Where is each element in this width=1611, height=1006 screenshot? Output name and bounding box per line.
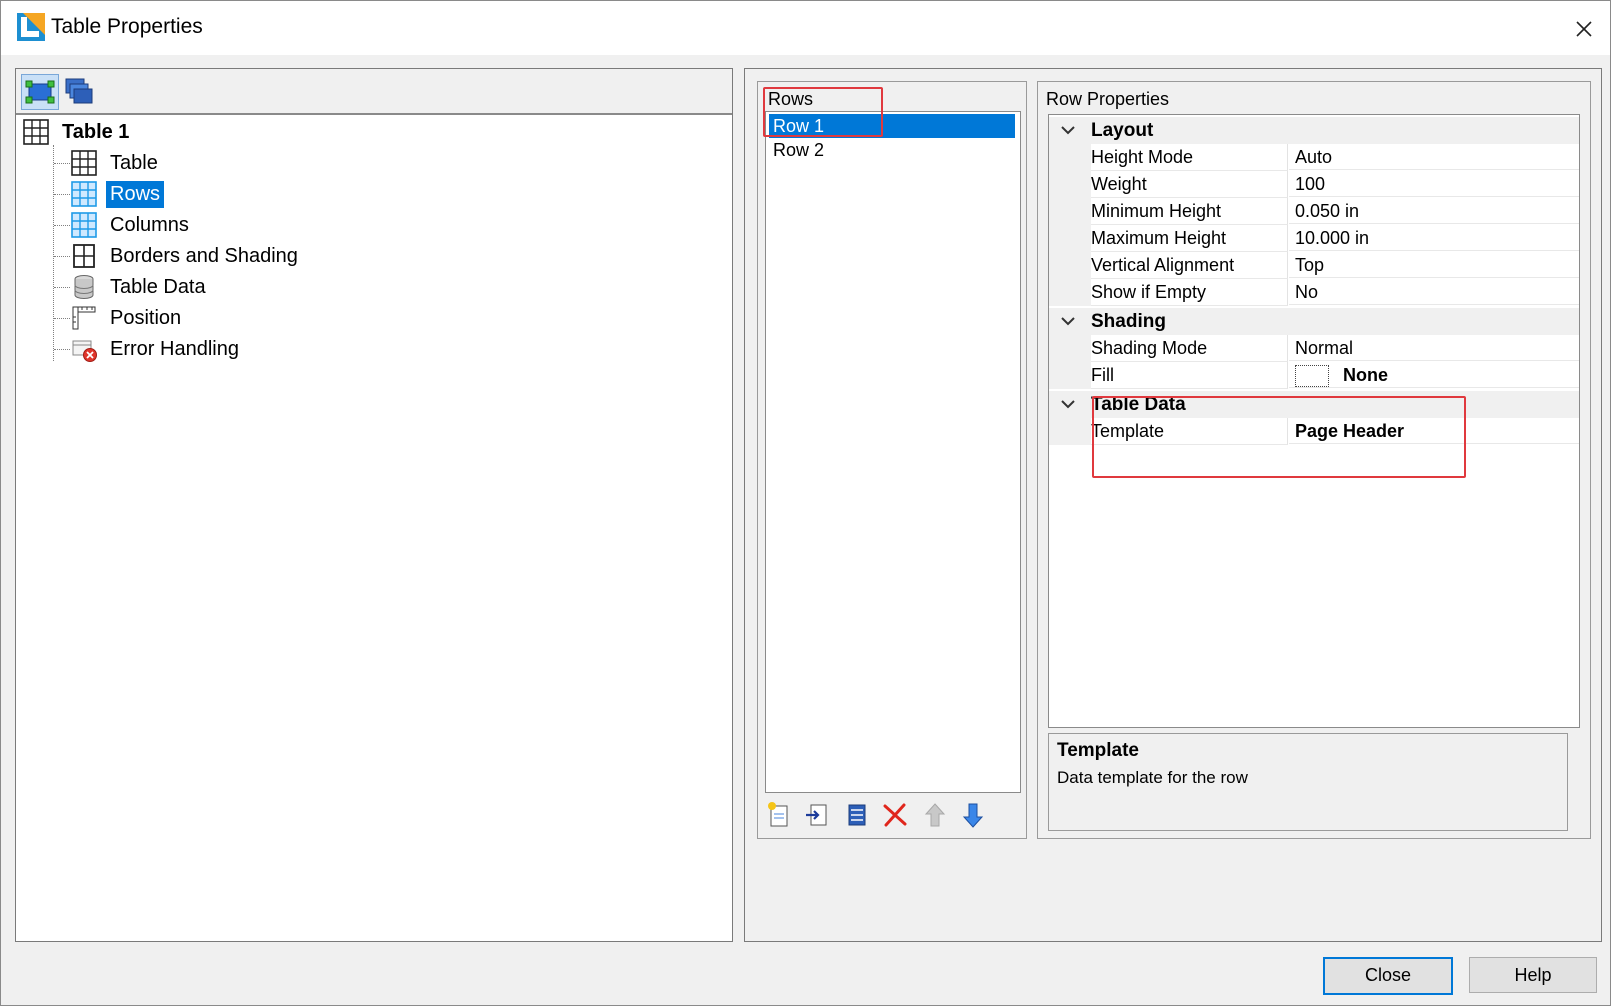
property-name: Vertical Alignment — [1091, 252, 1288, 279]
tree-item-label: Rows — [106, 180, 165, 208]
app-logo-icon — [17, 13, 45, 41]
borders-icon — [73, 244, 95, 268]
tree-root-label: Table 1 — [62, 120, 130, 143]
new-row-icon[interactable] — [764, 800, 794, 830]
category-layout[interactable]: Layout — [1049, 117, 1579, 144]
close-button[interactable]: Close — [1323, 957, 1453, 995]
table-grid-icon — [71, 150, 97, 176]
rows-grid-icon — [71, 181, 97, 207]
property-value[interactable]: Top — [1289, 252, 1579, 278]
property-row[interactable]: Height Mode Auto — [1049, 144, 1579, 171]
row-properties-caption: Row Properties — [1046, 89, 1170, 109]
tree-item-table[interactable]: Table — [70, 148, 162, 178]
property-tree: Table 1 Table Rows Columns Borders and S… — [16, 115, 732, 941]
category-label: Table Data — [1091, 394, 1186, 415]
property-row[interactable]: Show if Empty No — [1049, 279, 1579, 306]
row-item-1[interactable]: Row 1 — [769, 114, 1015, 138]
property-name: Maximum Height — [1091, 225, 1288, 252]
description-title: Template — [1057, 740, 1140, 761]
insert-row-icon[interactable] — [802, 800, 832, 830]
row-list-icon[interactable] — [842, 800, 872, 830]
description-box: Template Data template for the row — [1048, 733, 1568, 831]
property-row[interactable]: Fill None — [1049, 362, 1579, 389]
navigation-panel: Table 1 Table Rows Columns Borders and S… — [15, 68, 733, 942]
property-value[interactable]: 100 — [1289, 171, 1579, 197]
table-grid-icon — [23, 119, 49, 145]
database-icon — [74, 275, 94, 299]
tree-item-position[interactable]: Position — [70, 303, 185, 333]
tree-item-table-data[interactable]: Table Data — [70, 272, 210, 302]
tree-item-label: Position — [110, 306, 182, 329]
property-value[interactable]: Auto — [1289, 144, 1579, 170]
view-button-multi[interactable] — [61, 74, 97, 108]
delete-row-icon[interactable] — [880, 800, 910, 830]
property-value-fill[interactable]: None — [1289, 362, 1579, 388]
row-item-2[interactable]: Row 2 — [769, 138, 1015, 162]
description-text: Data template for the row — [1057, 768, 1248, 787]
rows-toolbar — [764, 800, 1020, 832]
title-bar: Table Properties — [1, 1, 1610, 55]
property-value[interactable]: 10.000 in — [1289, 225, 1579, 251]
property-value[interactable]: 0.050 in — [1289, 198, 1579, 224]
category-label: Layout — [1091, 120, 1154, 141]
tree-item-error-handling[interactable]: Error Handling — [70, 334, 243, 364]
close-window-icon[interactable] — [1566, 11, 1602, 47]
property-grid: Layout Height Mode Auto Weight 100 Minim… — [1048, 114, 1580, 728]
property-name: Minimum Height — [1091, 198, 1288, 225]
view-button-single[interactable] — [21, 74, 59, 110]
error-handling-icon — [72, 340, 97, 362]
layers-icon — [65, 78, 93, 104]
move-up-icon[interactable] — [920, 800, 950, 830]
property-name: Fill — [1091, 362, 1288, 389]
category-shading[interactable]: Shading — [1049, 308, 1579, 335]
property-row[interactable]: Template Page Header — [1049, 418, 1579, 445]
tree-root-table-1[interactable]: Table 1 — [22, 117, 133, 147]
property-name: Shading Mode — [1091, 335, 1288, 362]
columns-grid-icon — [71, 212, 97, 238]
tree-item-label: Table Data — [110, 275, 206, 298]
property-row[interactable]: Shading Mode Normal — [1049, 335, 1579, 362]
row-properties-group: Row Properties Layout Height Mode Auto W… — [1037, 81, 1591, 839]
category-table-data[interactable]: Table Data — [1049, 391, 1579, 418]
rows-caption: Rows — [768, 89, 814, 109]
property-value[interactable]: No — [1289, 279, 1579, 305]
tree-item-columns[interactable]: Columns — [70, 210, 193, 240]
chevron-down-icon[interactable] — [1059, 121, 1077, 139]
tree-item-label: Borders and Shading — [110, 244, 298, 267]
help-button[interactable]: Help — [1469, 957, 1597, 993]
property-row[interactable]: Weight 100 — [1049, 171, 1579, 198]
move-down-icon[interactable] — [958, 800, 988, 830]
tree-item-label: Error Handling — [110, 337, 239, 360]
window-title: Table Properties — [51, 15, 203, 38]
property-value[interactable]: Normal — [1289, 335, 1579, 361]
fill-color-swatch[interactable] — [1295, 365, 1329, 388]
tree-item-label: Columns — [110, 213, 189, 236]
chevron-down-icon[interactable] — [1059, 312, 1077, 330]
position-ruler-icon — [72, 306, 96, 330]
property-row[interactable]: Maximum Height 10.000 in — [1049, 225, 1579, 252]
chevron-down-icon[interactable] — [1059, 395, 1077, 413]
fill-value: None — [1343, 365, 1388, 385]
details-panel: Rows Row 1 Row 2 Row Properties Layout H… — [744, 68, 1602, 942]
property-name: Height Mode — [1091, 144, 1288, 171]
tree-item-label: Table — [110, 151, 158, 174]
property-row[interactable]: Minimum Height 0.050 in — [1049, 198, 1579, 225]
property-name: Template — [1091, 418, 1288, 445]
tree-item-borders-and-shading[interactable]: Borders and Shading — [70, 241, 302, 271]
rows-list[interactable]: Row 1 Row 2 — [765, 111, 1021, 793]
property-name: Weight — [1091, 171, 1288, 198]
category-label: Shading — [1091, 311, 1166, 332]
tree-item-rows[interactable]: Rows — [70, 179, 165, 209]
property-row[interactable]: Vertical Alignment Top — [1049, 252, 1579, 279]
select-frame-icon — [25, 80, 55, 104]
property-name: Show if Empty — [1091, 279, 1288, 306]
view-toolbar — [16, 69, 732, 115]
table-properties-dialog: Table Properties Table 1 Table Rows Colu… — [0, 0, 1611, 1006]
property-value[interactable]: Page Header — [1289, 418, 1579, 444]
rows-group: Rows Row 1 Row 2 — [757, 81, 1027, 839]
